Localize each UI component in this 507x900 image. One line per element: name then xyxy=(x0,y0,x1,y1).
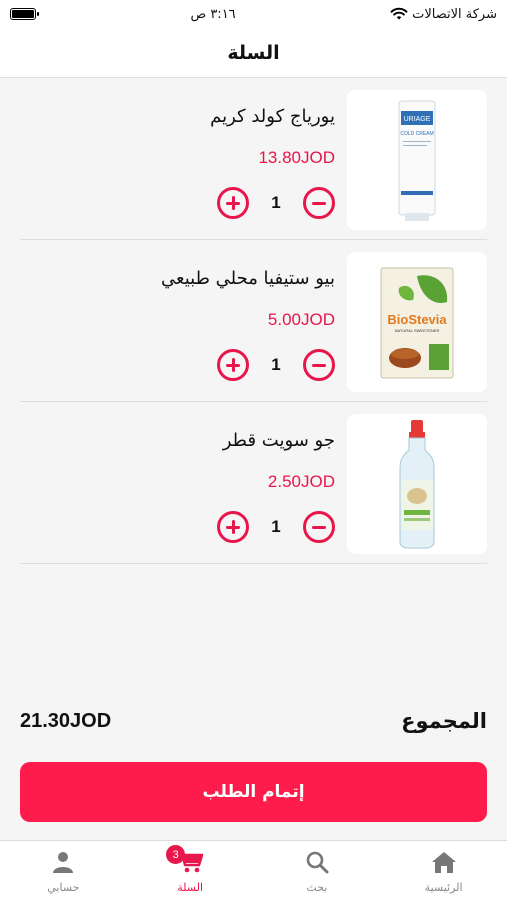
bottom-tab-bar: حسابي 3 السلة بحث الرئيسية xyxy=(0,840,507,900)
quantity-stepper: 1 xyxy=(217,186,335,220)
cart-icon: 3 xyxy=(166,845,204,875)
cart-count-badge: 3 xyxy=(166,845,186,864)
svg-text:COLD CREAM: COLD CREAM xyxy=(400,131,433,137)
status-bar: شركة الاتصالات ٣:١٦ ص xyxy=(0,0,507,28)
tab-label: الرئيسية xyxy=(424,881,463,894)
decrease-button[interactable] xyxy=(303,187,335,219)
svg-text:BioStevia: BioStevia xyxy=(387,312,447,327)
product-price: 2.50JOD xyxy=(267,472,335,491)
quantity-value: 1 xyxy=(271,355,281,374)
stevia-box-image: BioStevia NATURAL SWEETENER xyxy=(380,267,454,379)
product-name[interactable]: يورياج كولد كريم xyxy=(210,106,335,127)
cream-tube-image: URIAGE COLD CREAM xyxy=(398,100,436,221)
increase-button[interactable] xyxy=(217,511,249,543)
total-amount: 21.30JOD xyxy=(20,709,112,732)
total-row: 21.30JOD المجموع xyxy=(20,703,487,739)
checkout-button[interactable]: إتمام الطلب xyxy=(20,762,487,822)
page-title: السلة xyxy=(227,41,280,64)
product-price: 5.00JOD xyxy=(267,310,335,329)
product-image[interactable]: BioStevia NATURAL SWEETENER xyxy=(347,252,487,392)
svg-text:NATURAL SWEETENER: NATURAL SWEETENER xyxy=(395,328,440,333)
product-image[interactable]: URIAGE COLD CREAM xyxy=(347,90,487,230)
tab-search[interactable]: بحث xyxy=(254,841,381,900)
battery-icon xyxy=(10,8,40,20)
wifi-icon xyxy=(390,7,408,20)
decrease-button[interactable] xyxy=(303,511,335,543)
header: السلة xyxy=(0,28,507,78)
svg-text:URIAGE: URIAGE xyxy=(404,116,431,123)
status-time: ٣:١٦ ص xyxy=(190,6,236,22)
product-name[interactable]: جو سويت قطر xyxy=(223,430,335,451)
quantity-stepper: 1 xyxy=(217,348,335,382)
cart-item: URIAGE COLD CREAM يورياج كولد كريم 13.80… xyxy=(20,78,487,240)
person-icon xyxy=(50,849,76,875)
carrier-name: شركة الاتصالات xyxy=(412,6,497,22)
cart-list: URIAGE COLD CREAM يورياج كولد كريم 13.80… xyxy=(0,78,507,564)
cart-item: جو سويت قطر 2.50JOD 1 xyxy=(20,402,487,564)
bottle-image xyxy=(399,420,435,549)
tab-cart[interactable]: 3 السلة xyxy=(127,841,254,900)
tab-label: بحث xyxy=(306,881,328,894)
carrier-group: شركة الاتصالات xyxy=(390,7,497,22)
increase-button[interactable] xyxy=(217,187,249,219)
search-icon xyxy=(304,849,330,875)
quantity-value: 1 xyxy=(271,517,281,536)
quantity-stepper: 1 xyxy=(217,510,335,544)
product-image[interactable] xyxy=(347,414,487,554)
product-name[interactable]: بيو ستيفيا محلي طبيعي xyxy=(161,268,335,289)
product-price: 13.80JOD xyxy=(258,148,335,167)
tab-label: حسابي xyxy=(47,881,80,894)
quantity-value: 1 xyxy=(271,193,281,212)
total-label: المجموع xyxy=(401,709,487,733)
home-icon xyxy=(431,849,457,875)
decrease-button[interactable] xyxy=(303,349,335,381)
tab-home[interactable]: الرئيسية xyxy=(380,841,507,900)
cart-item: BioStevia NATURAL SWEETENER بيو ستيفيا م… xyxy=(20,240,487,402)
increase-button[interactable] xyxy=(217,349,249,381)
tab-label: السلة xyxy=(177,881,203,894)
tab-account[interactable]: حسابي xyxy=(0,841,127,900)
